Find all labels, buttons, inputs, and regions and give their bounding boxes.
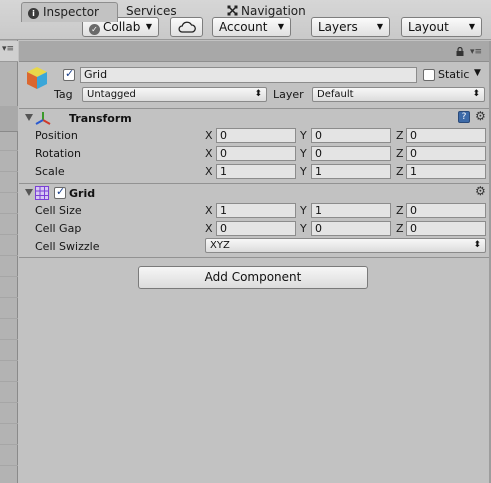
layer-value: Default bbox=[317, 89, 354, 100]
navigation-icon bbox=[227, 5, 238, 16]
cell-size-y-field[interactable]: 1 bbox=[311, 203, 391, 218]
foldout-arrow-icon[interactable] bbox=[25, 189, 33, 196]
axis-z-label: Z bbox=[396, 147, 404, 160]
inspector-tab-bar bbox=[19, 41, 491, 62]
scale-z-field[interactable]: 1 bbox=[406, 164, 486, 179]
tab-navigation-label: Navigation bbox=[241, 4, 306, 18]
position-label: Position bbox=[35, 129, 78, 142]
rotation-y-field[interactable]: 0 bbox=[311, 146, 391, 161]
position-x-field[interactable]: 0 bbox=[216, 128, 296, 143]
object-name-field[interactable]: Grid bbox=[80, 67, 417, 83]
axis-y-label: Y bbox=[300, 204, 307, 217]
position-y-field[interactable]: 0 bbox=[311, 128, 391, 143]
layer-label: Layer bbox=[273, 88, 304, 101]
gear-icon[interactable]: ⚙ bbox=[475, 184, 486, 198]
divider bbox=[19, 257, 491, 258]
cell-gap-y-field[interactable]: 0 bbox=[311, 221, 391, 236]
static-label: Static bbox=[438, 68, 470, 81]
layout-label: Layout bbox=[408, 20, 449, 34]
chevron-down-icon: ▼ bbox=[376, 22, 383, 31]
axis-x-label: X bbox=[205, 204, 213, 217]
tag-dropdown[interactable]: Untagged ⬍ bbox=[82, 87, 267, 102]
axis-z-label: Z bbox=[396, 204, 404, 217]
axis-z-label: Z bbox=[396, 129, 404, 142]
left-panel-row-selected bbox=[0, 106, 18, 132]
rotation-label: Rotation bbox=[35, 147, 82, 160]
grid-header[interactable]: Grid ⚙ bbox=[19, 184, 491, 203]
cell-size-x-field[interactable]: 1 bbox=[216, 203, 296, 218]
axis-y-label: Y bbox=[300, 147, 307, 160]
cell-gap-label: Cell Gap bbox=[35, 222, 82, 235]
axis-z-label: Z bbox=[396, 222, 404, 235]
foldout-arrow-icon[interactable] bbox=[25, 114, 33, 121]
rotation-z-field[interactable]: 0 bbox=[406, 146, 486, 161]
active-checkbox[interactable] bbox=[63, 67, 75, 81]
axis-y-label: Y bbox=[300, 165, 307, 178]
cell-gap-z-field[interactable]: 0 bbox=[406, 221, 486, 236]
tag-value: Untagged bbox=[87, 89, 136, 100]
axis-x-label: X bbox=[205, 147, 213, 160]
cloud-icon bbox=[178, 21, 196, 33]
position-z-field[interactable]: 0 bbox=[406, 128, 486, 143]
axis-x-label: X bbox=[205, 222, 213, 235]
updown-arrows-icon: ⬍ bbox=[472, 89, 480, 99]
tag-label: Tag bbox=[54, 88, 73, 101]
info-icon: i bbox=[28, 8, 39, 19]
left-panel-header: ▾≡ bbox=[0, 41, 18, 62]
add-component-button[interactable]: Add Component bbox=[138, 266, 368, 289]
tab-services-label: Services bbox=[126, 4, 177, 18]
transform-header[interactable]: Transform ? ⚙ bbox=[19, 109, 491, 128]
grid-enabled-checkbox[interactable] bbox=[54, 185, 66, 199]
rotation-x-field[interactable]: 0 bbox=[216, 146, 296, 161]
layers-label: Layers bbox=[318, 20, 358, 34]
axis-x-label: X bbox=[205, 129, 213, 142]
cell-gap-x-field[interactable]: 0 bbox=[216, 221, 296, 236]
grid-icon bbox=[35, 186, 49, 200]
tab-menu-icon[interactable]: ▾≡ bbox=[470, 47, 482, 57]
help-book-icon[interactable]: ? bbox=[458, 111, 470, 123]
collab-label: Collab bbox=[103, 20, 141, 34]
scale-x-field[interactable]: 1 bbox=[216, 164, 296, 179]
axis-y-label: Y bbox=[300, 129, 307, 142]
updown-arrows-icon: ⬍ bbox=[254, 89, 262, 99]
transform-axes-icon bbox=[35, 112, 51, 125]
collab-check-icon: ✓ bbox=[89, 24, 100, 35]
grid-title: Grid bbox=[69, 187, 96, 200]
tab-services[interactable]: Services bbox=[120, 2, 200, 21]
chevron-down-icon: ▼ bbox=[468, 22, 475, 31]
cell-swizzle-dropdown[interactable]: XYZ ⬍ bbox=[205, 238, 486, 253]
static-dropdown-arrow-icon[interactable]: ▼ bbox=[474, 68, 481, 78]
axis-y-label: Y bbox=[300, 222, 307, 235]
tab-navigation[interactable]: Navigation bbox=[221, 2, 331, 21]
static-checkbox[interactable] bbox=[423, 69, 435, 81]
divider bbox=[19, 108, 491, 109]
transform-title: Transform bbox=[69, 112, 132, 125]
layer-dropdown[interactable]: Default ⬍ bbox=[312, 87, 485, 102]
account-label: Account bbox=[219, 20, 268, 34]
lock-icon[interactable] bbox=[456, 46, 464, 59]
tab-inspector-label: Inspector bbox=[43, 5, 99, 19]
scale-label: Scale bbox=[35, 165, 65, 178]
axis-x-label: X bbox=[205, 165, 213, 178]
panel-menu-icon[interactable]: ▾≡ bbox=[2, 44, 14, 54]
cell-size-z-field[interactable]: 0 bbox=[406, 203, 486, 218]
cell-swizzle-value: XYZ bbox=[210, 240, 230, 251]
layout-dropdown[interactable]: Layout ▼ bbox=[401, 17, 482, 37]
scale-y-field[interactable]: 1 bbox=[311, 164, 391, 179]
cell-size-label: Cell Size bbox=[35, 204, 82, 217]
cell-swizzle-label: Cell Swizzle bbox=[35, 240, 100, 253]
tab-inspector[interactable]: i Inspector bbox=[21, 2, 118, 22]
axis-z-label: Z bbox=[396, 165, 404, 178]
updown-arrows-icon: ⬍ bbox=[473, 240, 481, 250]
gameobject-cube-icon bbox=[27, 67, 47, 89]
gear-icon[interactable]: ⚙ bbox=[475, 109, 486, 123]
divider bbox=[19, 183, 491, 184]
